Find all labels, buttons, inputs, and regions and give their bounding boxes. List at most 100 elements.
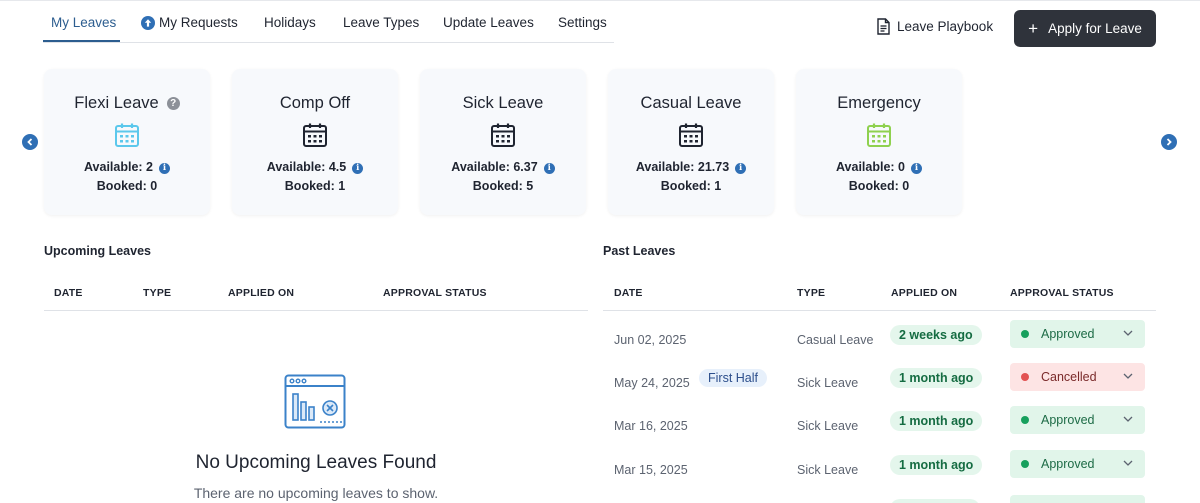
leave-card-sick[interactable]: Sick Leave Available: 6.37 i Booked: 5 — [420, 69, 586, 215]
row-type: Casual Leave — [797, 333, 874, 347]
info-icon[interactable]: i — [911, 163, 922, 174]
row-type: Sick Leave — [797, 376, 859, 390]
chevron-down-icon — [1123, 330, 1133, 336]
row-status-label: Approved — [1041, 457, 1095, 471]
leave-card-title: Sick Leave — [462, 94, 544, 112]
tab-holidays[interactable]: Holidays — [264, 15, 316, 30]
leave-card-available: Available: 2i — [44, 160, 210, 174]
calendar-icon — [115, 123, 139, 147]
row-half-day-badge: First Half — [699, 369, 767, 387]
calendar-icon — [679, 123, 703, 147]
leave-card-booked: Booked: 5 — [472, 179, 534, 193]
past-col-type: TYPE — [797, 287, 826, 299]
past-col-approval-status: APPROVAL STATUS — [1010, 287, 1114, 299]
row-type: Sick Leave — [797, 419, 859, 433]
info-icon[interactable]: i — [735, 163, 747, 174]
arrow-up-circle-icon — [141, 16, 155, 30]
tab-leave-types[interactable]: Leave Types — [343, 15, 419, 30]
apply-for-leave-button[interactable]: + Apply for Leave — [1014, 10, 1156, 47]
leave-card-emergency[interactable]: Emergency Available: 0i Booked: 0 — [796, 69, 962, 215]
table-row: Mar 16, 2025 Sick Leave 1 month ago Appr… — [603, 406, 1156, 449]
row-type: Sick Leave — [797, 463, 859, 477]
chevron-right-icon — [1166, 138, 1172, 146]
chevron-down-icon — [1123, 416, 1133, 422]
tab-my-requests-label: My Requests — [159, 15, 238, 30]
status-dot-icon — [1021, 460, 1029, 468]
leave-card-comp-off[interactable]: Comp Off Available: 4.5 i Booked: 1 — [232, 69, 398, 215]
chevron-down-icon — [1123, 373, 1133, 379]
active-tab-indicator — [43, 40, 120, 42]
row-date: Mar 15, 2025 — [614, 463, 688, 477]
past-col-date: DATE — [614, 287, 643, 299]
leave-card-flexi[interactable]: Flexi Leave? Available: 2i Booked: 0 — [44, 69, 210, 215]
leave-card-available: Available: 4.5 i — [232, 160, 398, 174]
row-status-dropdown[interactable]: Approved — [1010, 320, 1145, 348]
table-row-partial — [603, 494, 1156, 503]
calendar-icon — [867, 123, 891, 147]
leave-card-title: Casual Leave — [640, 94, 742, 112]
tab-my-requests[interactable]: My Requests — [141, 15, 238, 30]
tab-settings[interactable]: Settings — [558, 15, 607, 30]
status-dot-icon — [1021, 416, 1029, 424]
leave-playbook-label: Leave Playbook — [897, 19, 994, 34]
table-row: Mar 15, 2025 Sick Leave 1 month ago Appr… — [603, 450, 1156, 493]
document-icon — [877, 18, 890, 35]
leave-card-title: Flexi Leave? — [44, 94, 210, 113]
upcoming-leaves-title: Upcoming Leaves — [44, 244, 151, 258]
tab-update-leaves[interactable]: Update Leaves — [443, 15, 534, 30]
table-row: Jun 02, 2025 Casual Leave 2 weeks ago Ap… — [603, 320, 1156, 363]
upcoming-col-date: DATE — [54, 287, 83, 299]
leave-card-available: Available: 6.37 i — [420, 160, 586, 174]
upcoming-header-divider — [44, 310, 588, 311]
row-applied-badge — [890, 499, 980, 503]
row-date: May 24, 2025 — [614, 376, 690, 390]
table-row: May 24, 2025 First Half Sick Leave 1 mon… — [603, 363, 1156, 406]
apply-for-leave-label: Apply for Leave — [1048, 21, 1142, 36]
row-applied-badge: 1 month ago — [890, 411, 983, 431]
leave-playbook-link[interactable]: Leave Playbook — [876, 18, 993, 35]
row-date: Mar 16, 2025 — [614, 419, 688, 433]
leave-card-booked: Booked: 1 — [284, 179, 346, 193]
tab-bar: My Leaves My Requests Holidays Leave Typ… — [43, 0, 614, 43]
help-icon[interactable]: ? — [166, 97, 180, 110]
chevron-down-icon — [1123, 460, 1133, 466]
leave-card-booked: Booked: 0 — [96, 179, 158, 193]
row-status-dropdown[interactable]: Approved — [1010, 450, 1145, 478]
carousel-prev-button[interactable] — [22, 134, 38, 150]
past-col-applied-on: APPLIED ON — [891, 287, 958, 299]
past-header-divider — [603, 310, 1156, 311]
empty-state-text: There are no upcoming leaves to show. — [193, 485, 439, 501]
upcoming-col-applied-on: APPLIED ON — [228, 287, 295, 299]
upcoming-col-approval-status: APPROVAL STATUS — [383, 287, 487, 299]
info-icon[interactable]: i — [159, 163, 170, 174]
info-icon[interactable]: i — [543, 163, 555, 174]
empty-state-title: No Upcoming Leaves Found — [195, 452, 437, 473]
row-date: Jun 02, 2025 — [614, 333, 687, 347]
carousel-next-button[interactable] — [1161, 134, 1177, 150]
row-applied-badge: 1 month ago — [890, 455, 983, 475]
leave-card-available: Available: 21.73 i — [608, 160, 774, 174]
tab-my-leaves[interactable]: My Leaves — [51, 15, 116, 30]
row-status-dropdown[interactable] — [1010, 495, 1145, 503]
calendar-icon — [303, 123, 327, 147]
leave-card-available: Available: 0i — [796, 160, 962, 174]
calendar-icon — [491, 123, 515, 147]
status-dot-icon — [1021, 330, 1029, 338]
leave-card-title: Emergency — [837, 94, 921, 112]
row-status-dropdown[interactable]: Approved — [1010, 406, 1145, 434]
leave-card-casual[interactable]: Casual Leave Available: 21.73 i Booked: 1 — [608, 69, 774, 215]
row-applied-badge: 1 month ago — [890, 368, 983, 388]
row-status-dropdown[interactable]: Cancelled — [1010, 363, 1145, 391]
row-status-label: Approved — [1041, 327, 1095, 341]
leave-card-booked: Booked: 0 — [848, 179, 910, 193]
empty-chart-icon — [284, 374, 346, 429]
row-status-label: Cancelled — [1041, 370, 1097, 384]
chevron-left-icon — [27, 138, 33, 146]
upcoming-col-type: TYPE — [143, 287, 172, 299]
row-status-label: Approved — [1041, 413, 1095, 427]
past-leaves-title: Past Leaves — [603, 244, 676, 258]
info-icon[interactable]: i — [352, 163, 364, 174]
plus-icon: + — [1028, 19, 1039, 38]
status-dot-icon — [1021, 373, 1029, 381]
row-applied-badge: 2 weeks ago — [890, 325, 982, 345]
